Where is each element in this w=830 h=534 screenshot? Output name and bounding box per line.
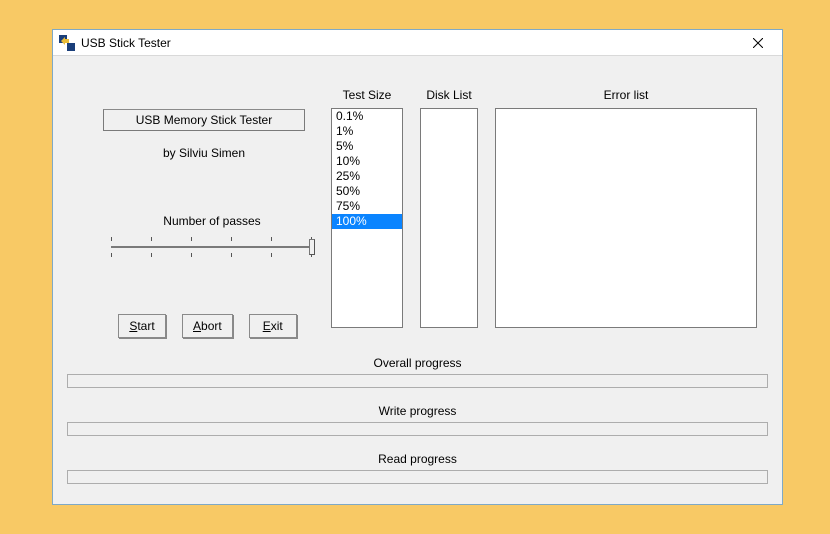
window-title: USB Stick Tester bbox=[81, 36, 738, 50]
disk-list-listbox[interactable] bbox=[420, 108, 478, 328]
error-list-label: Error list bbox=[495, 88, 757, 102]
write-progress-bar bbox=[67, 422, 768, 436]
list-item[interactable]: 0.1% bbox=[332, 109, 402, 124]
start-button[interactable]: Start bbox=[118, 314, 166, 338]
author-label: by Silviu Simen bbox=[103, 146, 305, 160]
button-row: Start Abort Exit bbox=[118, 314, 297, 338]
client-area: USB Memory Stick Tester by Silviu Simen … bbox=[53, 56, 782, 504]
app-icon bbox=[59, 35, 75, 51]
passes-slider[interactable] bbox=[105, 232, 319, 262]
app-title-label: USB Memory Stick Tester bbox=[136, 113, 272, 127]
slider-thumb[interactable] bbox=[309, 239, 315, 255]
list-item[interactable]: 1% bbox=[332, 124, 402, 139]
close-button[interactable] bbox=[738, 31, 778, 55]
list-item[interactable]: 100% bbox=[332, 214, 402, 229]
close-icon bbox=[753, 38, 763, 48]
write-progress-label: Write progress bbox=[53, 404, 782, 418]
slider-track bbox=[111, 246, 313, 248]
overall-progress-label: Overall progress bbox=[53, 356, 782, 370]
read-progress-bar bbox=[67, 470, 768, 484]
overall-progress-bar bbox=[67, 374, 768, 388]
read-progress-label: Read progress bbox=[53, 452, 782, 466]
test-size-label: Test Size bbox=[331, 88, 403, 102]
passes-slider-group: Number of passes bbox=[103, 214, 321, 262]
list-item[interactable]: 50% bbox=[332, 184, 402, 199]
list-item[interactable]: 25% bbox=[332, 169, 402, 184]
titlebar[interactable]: USB Stick Tester bbox=[53, 30, 782, 56]
abort-button[interactable]: Abort bbox=[182, 314, 233, 338]
list-item[interactable]: 75% bbox=[332, 199, 402, 214]
passes-caption: Number of passes bbox=[103, 214, 321, 228]
app-title-frame: USB Memory Stick Tester bbox=[103, 109, 305, 131]
test-size-listbox[interactable]: 0.1%1%5%10%25%50%75%100% bbox=[331, 108, 403, 328]
error-list-listbox[interactable] bbox=[495, 108, 757, 328]
disk-list-label: Disk List bbox=[420, 88, 478, 102]
list-item[interactable]: 5% bbox=[332, 139, 402, 154]
app-window: USB Stick Tester USB Memory Stick Tester… bbox=[52, 29, 783, 505]
list-item[interactable]: 10% bbox=[332, 154, 402, 169]
exit-button[interactable]: Exit bbox=[249, 314, 297, 338]
